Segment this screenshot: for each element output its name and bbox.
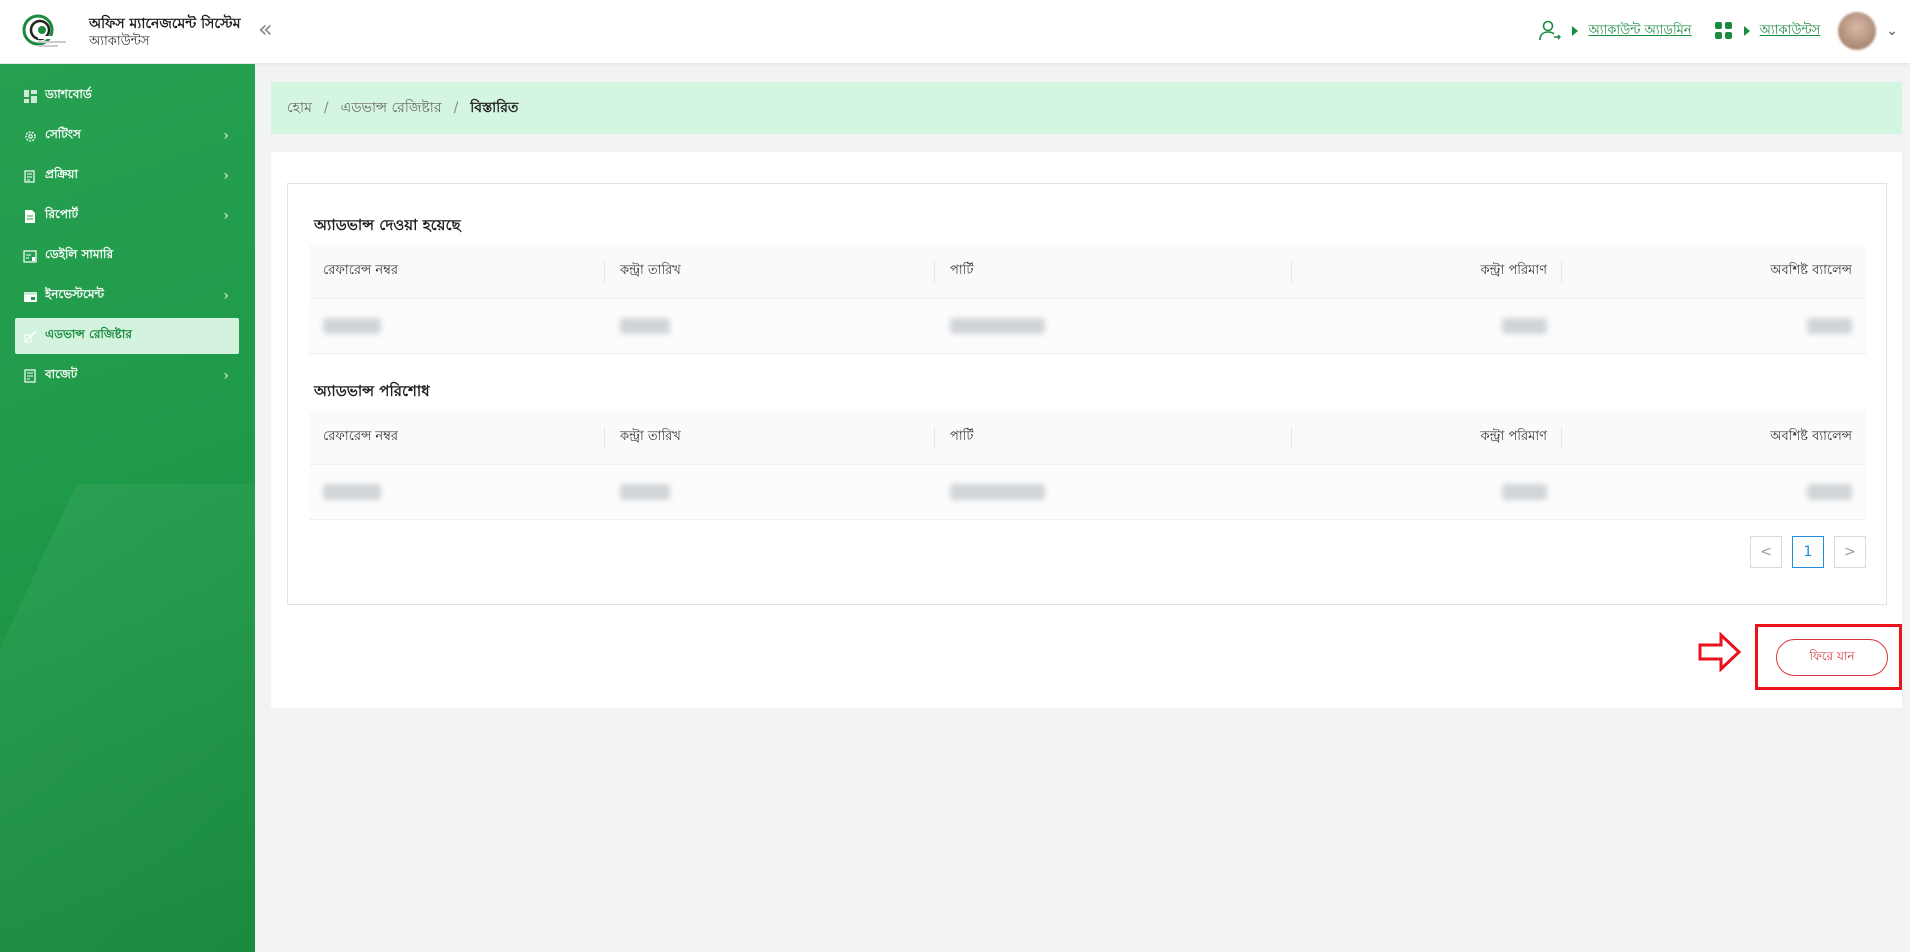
redacted-value [1502, 484, 1547, 500]
sidebar-item-report[interactable]: রিপোর্ট › [15, 198, 239, 234]
prev-page-button[interactable]: < [1750, 536, 1782, 568]
reference-cell [309, 299, 604, 353]
mra-logo [22, 14, 68, 47]
details-card: অ্যাডভান্স দেওয়া হয়েছে রেফারেন্স নম্বর… [271, 152, 1902, 708]
column-header: অবশিষ্ট ব্যালেন্স [1561, 411, 1866, 464]
party-cell [934, 299, 1291, 353]
investment-icon [23, 289, 37, 303]
breadcrumb-separator: / [323, 100, 329, 116]
register-icon [23, 329, 37, 343]
sidebar: ড্যাশবোর্ড সেটিংস › প্রক্রিয়া › রিপোর্ট… [0, 64, 255, 952]
column-header: কন্ট্রা পরিমাণ [1291, 245, 1561, 298]
header-user-area: অ্যাকাউন্ট অ্যাডমিন অ্যাকাউন্টস ⌄ [1538, 10, 1898, 52]
user-switch-icon[interactable] [1538, 19, 1562, 43]
redacted-value [1807, 484, 1852, 500]
sidebar-item-label: বাজেট [45, 367, 78, 381]
column-header: কন্ট্রা তারিখ [604, 411, 934, 464]
process-icon [23, 169, 37, 183]
column-header: রেফারেন্স নম্বর [323, 263, 398, 278]
redacted-value [620, 484, 670, 500]
reference-cell [309, 465, 604, 519]
collapse-sidebar-icon[interactable]: « [258, 17, 273, 41]
redacted-value [1502, 318, 1547, 334]
table-header: রেফারেন্স নম্বর কন্ট্রা তারিখ পার্টি কন্… [309, 245, 1866, 299]
breadcrumb-advance-register[interactable]: এডভান্স রেজিষ্টার [341, 96, 442, 120]
sidebar-item-settings[interactable]: সেটিংস › [15, 118, 239, 154]
account-admin-link[interactable]: অ্যাকাউন্ট অ্যাডমিন [1588, 21, 1691, 42]
budget-icon [23, 369, 37, 383]
pagination: < 1 > [1750, 536, 1866, 568]
sidebar-item-label: এডভান্স রেজিষ্টার [45, 327, 132, 341]
column-header: কন্ট্রা পরিমাণ [1291, 411, 1561, 464]
sidebar-item-budget[interactable]: বাজেট › [15, 358, 239, 394]
redacted-value [950, 318, 1045, 334]
app-subtitle: অ্যাকাউন্টস [89, 34, 150, 49]
column-header: কন্ট্রা তারিখ [604, 245, 934, 298]
top-header: অফিস ম্যানেজমেন্ট সিস্টেম অ্যাকাউন্টস « … [0, 0, 1910, 64]
balance-cell [1561, 299, 1866, 353]
balance-cell [1561, 465, 1866, 519]
page-1-button[interactable]: 1 [1792, 536, 1824, 568]
breadcrumb-home[interactable]: হোম [287, 96, 312, 120]
sidebar-item-dashboard[interactable]: ড্যাশবোর্ড [15, 78, 239, 114]
sidebar-nav: ড্যাশবোর্ড সেটিংস › প্রক্রিয়া › রিপোর্ট… [15, 78, 239, 398]
sidebar-item-label: সেটিংস [45, 127, 81, 141]
back-button[interactable]: ফিরে যান [1776, 639, 1888, 676]
document-icon [23, 209, 37, 223]
avatar[interactable] [1838, 12, 1877, 50]
chevron-right-icon: › [223, 368, 229, 384]
chevron-down-icon[interactable]: ⌄ [1886, 23, 1898, 39]
sidebar-item-investment[interactable]: ইনভেস্টমেন্ট › [15, 278, 239, 314]
summary-icon [23, 249, 37, 263]
breadcrumb-current: বিস্তারিত [470, 100, 519, 116]
sidebar-item-process[interactable]: প্রক্রিয়া › [15, 158, 239, 194]
table-header: রেফারেন্স নম্বর কন্ট্রা তারিখ পার্টি কন্… [309, 411, 1866, 465]
column-header: অবশিষ্ট ব্যালেন্স [1561, 245, 1866, 298]
arrow-right-icon [1698, 631, 1742, 673]
sidebar-item-advance-register[interactable]: এডভান্স রেজিষ্টার [15, 318, 239, 354]
amount-cell [1291, 299, 1561, 353]
caret-right-icon [1743, 26, 1750, 36]
redacted-value [323, 484, 381, 500]
sidebar-item-label: ড্যাশবোর্ড [45, 87, 92, 101]
details-panel: অ্যাডভান্স দেওয়া হয়েছে রেফারেন্স নম্বর… [287, 183, 1887, 605]
advance-repayment-table: রেফারেন্স নম্বর কন্ট্রা তারিখ পার্টি কন্… [309, 411, 1866, 520]
redacted-value [620, 318, 670, 334]
chevron-right-icon: › [223, 208, 229, 224]
chevron-right-icon: › [223, 168, 229, 184]
date-cell [604, 465, 934, 519]
breadcrumb: হোম / এডভান্স রেজিষ্টার / বিস্তারিত [271, 82, 1902, 134]
dashboard-icon [23, 89, 37, 103]
back-button-highlight: ফিরে যান [1755, 624, 1902, 690]
accounts-module-link[interactable]: অ্যাকাউন্টস [1760, 21, 1821, 42]
sidebar-item-label: প্রক্রিয়া [45, 167, 78, 181]
redacted-value [323, 318, 381, 334]
section-title-advance-repayment: অ্যাডভান্স পরিশোধ [314, 382, 430, 400]
date-cell [604, 299, 934, 353]
sidebar-item-label: রিপোর্ট [45, 207, 79, 221]
apps-grid-icon[interactable] [1714, 21, 1734, 41]
column-header: রেফারেন্স নম্বর [323, 429, 398, 444]
sidebar-item-daily-summary[interactable]: ডেইলি সামারি [15, 238, 239, 274]
table-row[interactable] [309, 299, 1866, 354]
breadcrumb-separator: / [453, 100, 459, 116]
caret-right-icon [1572, 26, 1579, 36]
advance-given-table: রেফারেন্স নম্বর কন্ট্রা তারিখ পার্টি কন্… [309, 245, 1866, 354]
chevron-right-icon: › [223, 288, 229, 304]
section-title-advance-given: অ্যাডভান্স দেওয়া হয়েছে [314, 216, 461, 234]
gear-icon [23, 129, 37, 143]
sidebar-item-label: ডেইলি সামারি [45, 247, 114, 261]
column-header: পার্টি [934, 245, 1291, 298]
next-page-button[interactable]: > [1834, 536, 1866, 568]
redacted-value [1807, 318, 1852, 334]
table-row[interactable] [309, 465, 1866, 520]
party-cell [934, 465, 1291, 519]
sidebar-item-label: ইনভেস্টমেন্ট [45, 287, 104, 301]
amount-cell [1291, 465, 1561, 519]
chevron-right-icon: › [223, 128, 229, 144]
column-header: পার্টি [934, 411, 1291, 464]
redacted-value [950, 484, 1045, 500]
